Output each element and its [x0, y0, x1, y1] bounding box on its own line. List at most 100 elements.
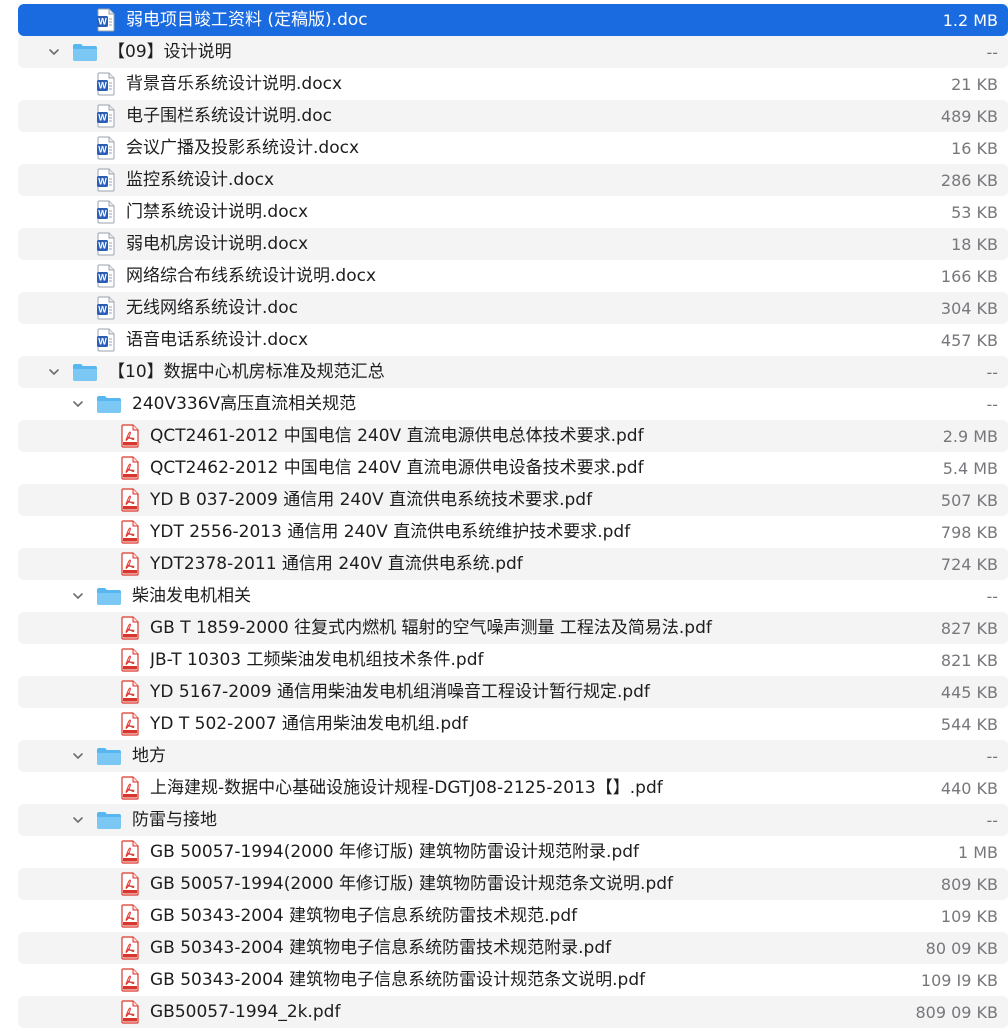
file-size: 166 KB	[940, 266, 998, 286]
file-row[interactable]: YDT2378-2011 通信用 240V 直流供电系统.pdf 724 KB	[0, 548, 1008, 580]
pdf-document-icon	[120, 968, 140, 992]
file-name: 电子围栏系统设计说明.doc	[126, 106, 332, 126]
file-size: 489 KB	[940, 106, 998, 126]
file-size: 80 09 KB	[925, 938, 998, 958]
file-size: 809 09 KB	[915, 1002, 998, 1022]
svg-text:W: W	[98, 17, 107, 27]
word-document-icon: W	[96, 264, 116, 288]
file-row[interactable]: W 网络综合布线系统设计说明.docx 166 KB	[0, 260, 1008, 292]
file-size: --	[986, 42, 998, 62]
file-size: 827 KB	[940, 618, 998, 638]
file-size: --	[986, 746, 998, 766]
file-size: 109 I9 KB	[920, 970, 998, 990]
file-row[interactable]: YDT 2556-2013 通信用 240V 直流供电系统维护技术要求.pdf 7…	[0, 516, 1008, 548]
pdf-document-icon	[120, 616, 140, 640]
word-document-icon: W	[96, 328, 116, 352]
file-name: JB-T 10303 工频柴油发电机组技术条件.pdf	[150, 650, 484, 670]
file-name: GB 50057-1994(2000 年修订版) 建筑物防雷设计规范条文说明.p…	[150, 874, 674, 894]
pdf-document-icon	[120, 552, 140, 576]
file-row[interactable]: QCT2462-2012 中国电信 240V 直流电源供电设备技术要求.pdf 5…	[0, 452, 1008, 484]
file-row[interactable]: 上海建规-数据中心基础设施设计规程-DGTJ08-2125-2013【】.pdf…	[0, 772, 1008, 804]
file-name: GB50057-1994_2k.pdf	[150, 1002, 341, 1022]
file-size: --	[986, 394, 998, 414]
file-row[interactable]: JB-T 10303 工频柴油发电机组技术条件.pdf 821 KB	[0, 644, 1008, 676]
folder-name: 【10】数据中心机房标准及规范汇总	[108, 362, 385, 382]
file-row[interactable]: W 监控系统设计.docx 286 KB	[0, 164, 1008, 196]
folder-row[interactable]: 柴油发电机相关 --	[0, 580, 1008, 612]
file-row[interactable]: W 电子围栏系统设计说明.doc 489 KB	[0, 100, 1008, 132]
folder-icon	[96, 394, 122, 414]
folder-name: 防雷与接地	[132, 810, 217, 830]
file-size: 724 KB	[940, 554, 998, 574]
file-name: 弱电机房设计说明.docx	[126, 234, 309, 254]
chevron-down-icon[interactable]	[70, 812, 86, 828]
chevron-down-icon[interactable]	[70, 588, 86, 604]
file-row[interactable]: GB 50057-1994(2000 年修订版) 建筑物防雷设计规范条文说明.p…	[0, 868, 1008, 900]
file-size: 544 KB	[940, 714, 998, 734]
pdf-document-icon	[120, 936, 140, 960]
file-row[interactable]: W 无线网络系统设计.doc 304 KB	[0, 292, 1008, 324]
svg-text:W: W	[98, 273, 107, 283]
word-document-icon: W	[96, 104, 116, 128]
file-size: 5.4 MB	[942, 458, 998, 478]
file-row[interactable]: GB 50343-2004 建筑物电子信息系统防雷技术规范.pdf 109 KB	[0, 900, 1008, 932]
file-row[interactable]: GB 50343-2004 建筑物电子信息系统防雷技术规范附录.pdf 80 09…	[0, 932, 1008, 964]
file-name: 网络综合布线系统设计说明.docx	[126, 266, 377, 286]
svg-text:W: W	[98, 145, 107, 155]
folder-row[interactable]: 【09】设计说明 --	[0, 36, 1008, 68]
file-name: YD B 037-2009 通信用 240V 直流供电系统技术要求.pdf	[150, 490, 593, 510]
word-document-icon: W	[96, 200, 116, 224]
folder-row[interactable]: 【10】数据中心机房标准及规范汇总 --	[0, 356, 1008, 388]
file-name: QCT2462-2012 中国电信 240V 直流电源供电设备技术要求.pdf	[150, 458, 644, 478]
word-document-icon: W	[96, 168, 116, 192]
file-size: 798 KB	[940, 522, 998, 542]
file-list: W 弱电项目竣工资料 (定稿版).doc 1.2 MB 【09】设计说明 -- W 背景音乐…	[0, 4, 1008, 1028]
chevron-down-icon[interactable]	[46, 364, 62, 380]
file-name: QCT2461-2012 中国电信 240V 直流电源供电总体技术要求.pdf	[150, 426, 644, 446]
folder-row[interactable]: 240V336V高压直流相关规范 --	[0, 388, 1008, 420]
file-size: 109 KB	[940, 906, 998, 926]
file-name: 语音电话系统设计.docx	[126, 330, 309, 350]
file-row[interactable]: W 弱电机房设计说明.docx 18 KB	[0, 228, 1008, 260]
file-name: 门禁系统设计说明.docx	[126, 202, 309, 222]
file-row[interactable]: W 会议广播及投影系统设计.docx 16 KB	[0, 132, 1008, 164]
svg-text:W: W	[98, 241, 107, 251]
file-name: GB 50343-2004 建筑物电子信息系统防雷技术规范.pdf	[150, 906, 578, 926]
file-size: 2.9 MB	[942, 426, 998, 446]
file-name: YDT2378-2011 通信用 240V 直流供电系统.pdf	[150, 554, 523, 574]
file-row[interactable]: YD 5167-2009 通信用柴油发电机组消噪音工程设计暂行规定.pdf 445…	[0, 676, 1008, 708]
file-name: 背景音乐系统设计说明.docx	[126, 74, 343, 94]
pdf-document-icon	[120, 872, 140, 896]
file-size: 304 KB	[940, 298, 998, 318]
file-name: YDT 2556-2013 通信用 240V 直流供电系统维护技术要求.pdf	[150, 522, 631, 542]
file-name: 上海建规-数据中心基础设施设计规程-DGTJ08-2125-2013【】.pdf	[150, 778, 663, 798]
chevron-down-icon[interactable]	[70, 396, 86, 412]
file-name: GB 50343-2004 建筑物电子信息系统防雷设计规范条文说明.pdf	[150, 970, 646, 990]
file-row[interactable]: W 语音电话系统设计.docx 457 KB	[0, 324, 1008, 356]
folder-name: 地方	[132, 746, 166, 766]
folder-icon	[72, 362, 98, 382]
file-row[interactable]: GB T 1859-2000 往复式内燃机 辐射的空气噪声测量 工程法及简易法.…	[0, 612, 1008, 644]
file-row[interactable]: GB50057-1994_2k.pdf 809 09 KB	[0, 996, 1008, 1028]
file-size: --	[986, 362, 998, 382]
chevron-down-icon[interactable]	[46, 44, 62, 60]
file-row[interactable]: YD T 502-2007 通信用柴油发电机组.pdf 544 KB	[0, 708, 1008, 740]
folder-row[interactable]: 地方 --	[0, 740, 1008, 772]
pdf-document-icon	[120, 712, 140, 736]
file-row[interactable]: YD B 037-2009 通信用 240V 直流供电系统技术要求.pdf 507…	[0, 484, 1008, 516]
file-size: 507 KB	[940, 490, 998, 510]
chevron-down-icon[interactable]	[70, 748, 86, 764]
file-size: --	[986, 586, 998, 606]
file-row[interactable]: W 门禁系统设计说明.docx 53 KB	[0, 196, 1008, 228]
file-row[interactable]: GB 50343-2004 建筑物电子信息系统防雷设计规范条文说明.pdf 109…	[0, 964, 1008, 996]
file-row[interactable]: QCT2461-2012 中国电信 240V 直流电源供电总体技术要求.pdf 2…	[0, 420, 1008, 452]
word-document-icon: W	[96, 232, 116, 256]
file-row[interactable]: GB 50057-1994(2000 年修订版) 建筑物防雷设计规范附录.pdf…	[0, 836, 1008, 868]
file-row[interactable]: W 背景音乐系统设计说明.docx 21 KB	[0, 68, 1008, 100]
folder-row[interactable]: 防雷与接地 --	[0, 804, 1008, 836]
file-name: GB T 1859-2000 往复式内燃机 辐射的空气噪声测量 工程法及简易法.…	[150, 618, 712, 638]
file-row[interactable]: W 弱电项目竣工资料 (定稿版).doc 1.2 MB	[0, 4, 1008, 36]
word-document-icon: W	[96, 296, 116, 320]
file-size: --	[986, 810, 998, 830]
pdf-document-icon	[120, 488, 140, 512]
